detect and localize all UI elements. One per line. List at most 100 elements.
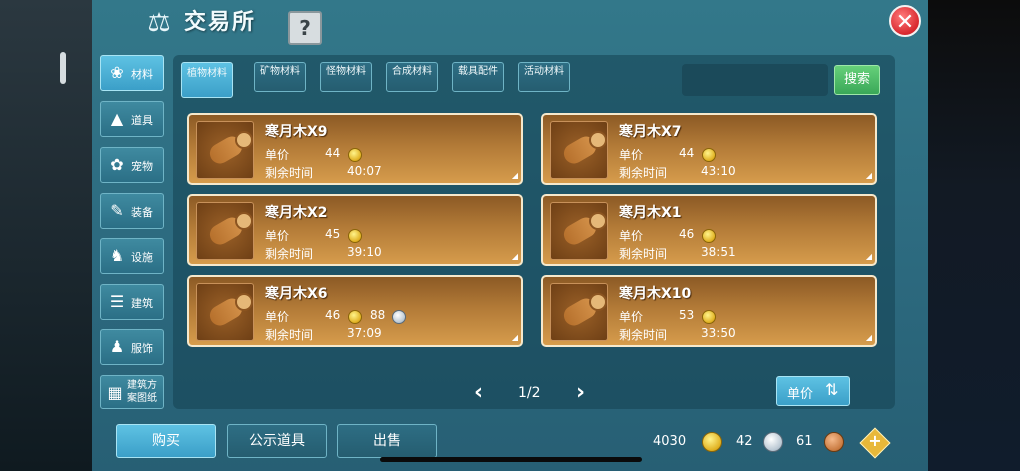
help-button[interactable]: ?: [288, 11, 322, 45]
sort-label: 单价: [787, 387, 814, 402]
price-label: 单价: [619, 229, 644, 243]
buy-tab[interactable]: 购买: [116, 424, 216, 458]
next-page-icon[interactable]: ›: [576, 382, 585, 404]
gold-coin-icon: [348, 310, 362, 324]
log-end-icon: [235, 131, 253, 149]
item-name: 寒月木X9: [265, 124, 328, 140]
item-name: 寒月木X2: [265, 205, 328, 221]
corner-icon: ◢: [511, 171, 518, 180]
price-label: 单价: [619, 310, 644, 324]
listing-card[interactable]: 寒月木X7 单价 44 剩余时间 43:10 ◢: [541, 113, 877, 185]
copper-currency-icon: [824, 432, 844, 452]
scales-icon: ⚖: [147, 8, 171, 38]
prev-page-icon[interactable]: ‹: [474, 382, 483, 404]
scroll-indicator[interactable]: [60, 52, 66, 84]
log-end-icon: [235, 293, 253, 311]
gold-coin-icon: [702, 229, 716, 243]
time-label: 剩余时间: [619, 247, 668, 261]
silver-amount: 42: [736, 434, 753, 449]
sidebar-item-items[interactable]: ▲ 道具: [100, 101, 164, 137]
time-label: 剩余时间: [265, 166, 314, 180]
sidebar-item-label: 道具: [131, 114, 153, 127]
silver-coin-icon: [392, 310, 406, 324]
close-button[interactable]: ✕: [889, 5, 921, 37]
sidebar-item-label: 服饰: [131, 342, 153, 355]
price-label: 单价: [265, 229, 290, 243]
copper-amount: 61: [796, 434, 813, 449]
item-icon: ▲: [110, 109, 124, 128]
item-name: 寒月木X7: [619, 124, 682, 140]
price-gold: 46: [325, 308, 341, 322]
tab-event-materials[interactable]: 活动材料: [518, 62, 570, 92]
tab-monster-materials[interactable]: 怪物材料: [320, 62, 372, 92]
background-scene-right: [928, 0, 1020, 471]
public-items-tab[interactable]: 公示道具: [227, 424, 327, 458]
tab-synthetic-materials[interactable]: 合成材料: [386, 62, 438, 92]
log-end-icon: [589, 212, 607, 230]
sidebar-item-equipment[interactable]: ✎ 装备: [100, 193, 164, 229]
sidebar-item-buildings[interactable]: ☰ 建筑: [100, 284, 164, 320]
listing-card[interactable]: 寒月木X6 单价 46 88 剩余时间 37:09 ◢: [187, 275, 523, 347]
tab-mineral-materials[interactable]: 矿物材料: [254, 62, 306, 92]
item-thumbnail: [196, 283, 254, 341]
item-thumbnail: [196, 121, 254, 179]
sell-tab[interactable]: 出售: [337, 424, 437, 458]
building-icon: ☰: [109, 292, 125, 311]
listing-card[interactable]: 寒月木X10 单价 53 剩余时间 33:50 ◢: [541, 275, 877, 347]
sidebar-item-label: 装备: [131, 206, 153, 219]
item-thumbnail: [550, 121, 608, 179]
window-title: 交易所: [184, 10, 257, 35]
log-end-icon: [589, 131, 607, 149]
log-end-icon: [589, 293, 607, 311]
item-thumbnail: [550, 283, 608, 341]
sort-by-price-button[interactable]: 单价 ⇅: [776, 376, 850, 406]
page-indicator: 1/2: [518, 385, 541, 401]
search-input[interactable]: [682, 64, 828, 96]
listing-card[interactable]: 寒月木X2 单价 45 剩余时间 39:10 ◢: [187, 194, 523, 266]
price-label: 单价: [265, 148, 290, 162]
corner-icon: ◢: [511, 252, 518, 261]
sidebar-item-label: 宠物: [131, 160, 153, 173]
time-label: 剩余时间: [265, 328, 314, 342]
price-gold: 44: [325, 146, 341, 160]
log-end-icon: [235, 212, 253, 230]
sidebar-item-label: 设施: [131, 251, 153, 264]
listing-card[interactable]: 寒月木X9 单价 44 剩余时间 40:07 ◢: [187, 113, 523, 185]
time-label: 剩余时间: [619, 166, 668, 180]
plus-icon: +: [868, 431, 882, 450]
price-gold: 46: [679, 227, 695, 241]
blueprint-icon: ▦: [107, 383, 123, 402]
item-name: 寒月木X1: [619, 205, 682, 221]
corner-icon: ◢: [511, 333, 518, 342]
sort-icon: ⇅: [825, 380, 839, 399]
item-name: 寒月木X6: [265, 286, 328, 302]
item-thumbnail: [550, 202, 608, 260]
sidebar-item-clothing[interactable]: ♟ 服饰: [100, 329, 164, 365]
price-gold: 44: [679, 146, 695, 160]
item-name: 寒月木X10: [619, 286, 692, 302]
time-label: 剩余时间: [619, 328, 668, 342]
sidebar-item-materials[interactable]: ❀ 材料: [100, 55, 164, 91]
corner-icon: ◢: [865, 252, 872, 261]
silver-currency-icon: [763, 432, 783, 452]
gold-amount: 4030: [653, 434, 687, 449]
time-remaining: 43:10: [701, 164, 736, 178]
corner-icon: ◢: [865, 171, 872, 180]
tab-vehicle-parts[interactable]: 载具配件: [452, 62, 504, 92]
sidebar-item-blueprints[interactable]: ▦ 建筑方案图纸: [100, 375, 164, 409]
background-scene-left: [0, 0, 92, 471]
equipment-icon: ✎: [110, 201, 124, 220]
materials-icon: ❀: [110, 63, 124, 82]
time-remaining: 38:51: [701, 245, 736, 259]
price-gold: 53: [679, 308, 695, 322]
clothing-icon: ♟: [109, 337, 125, 356]
listing-card[interactable]: 寒月木X1 单价 46 剩余时间 38:51 ◢: [541, 194, 877, 266]
sidebar-item-pets[interactable]: ✿ 宠物: [100, 147, 164, 183]
sidebar-item-facilities[interactable]: ♞ 设施: [100, 238, 164, 274]
tab-plant-materials[interactable]: 植物材料: [181, 62, 233, 98]
corner-icon: ◢: [865, 333, 872, 342]
search-button[interactable]: 搜索: [834, 65, 880, 95]
gold-currency-icon: [702, 432, 722, 452]
price-silver: 88: [370, 308, 386, 322]
item-thumbnail: [196, 202, 254, 260]
